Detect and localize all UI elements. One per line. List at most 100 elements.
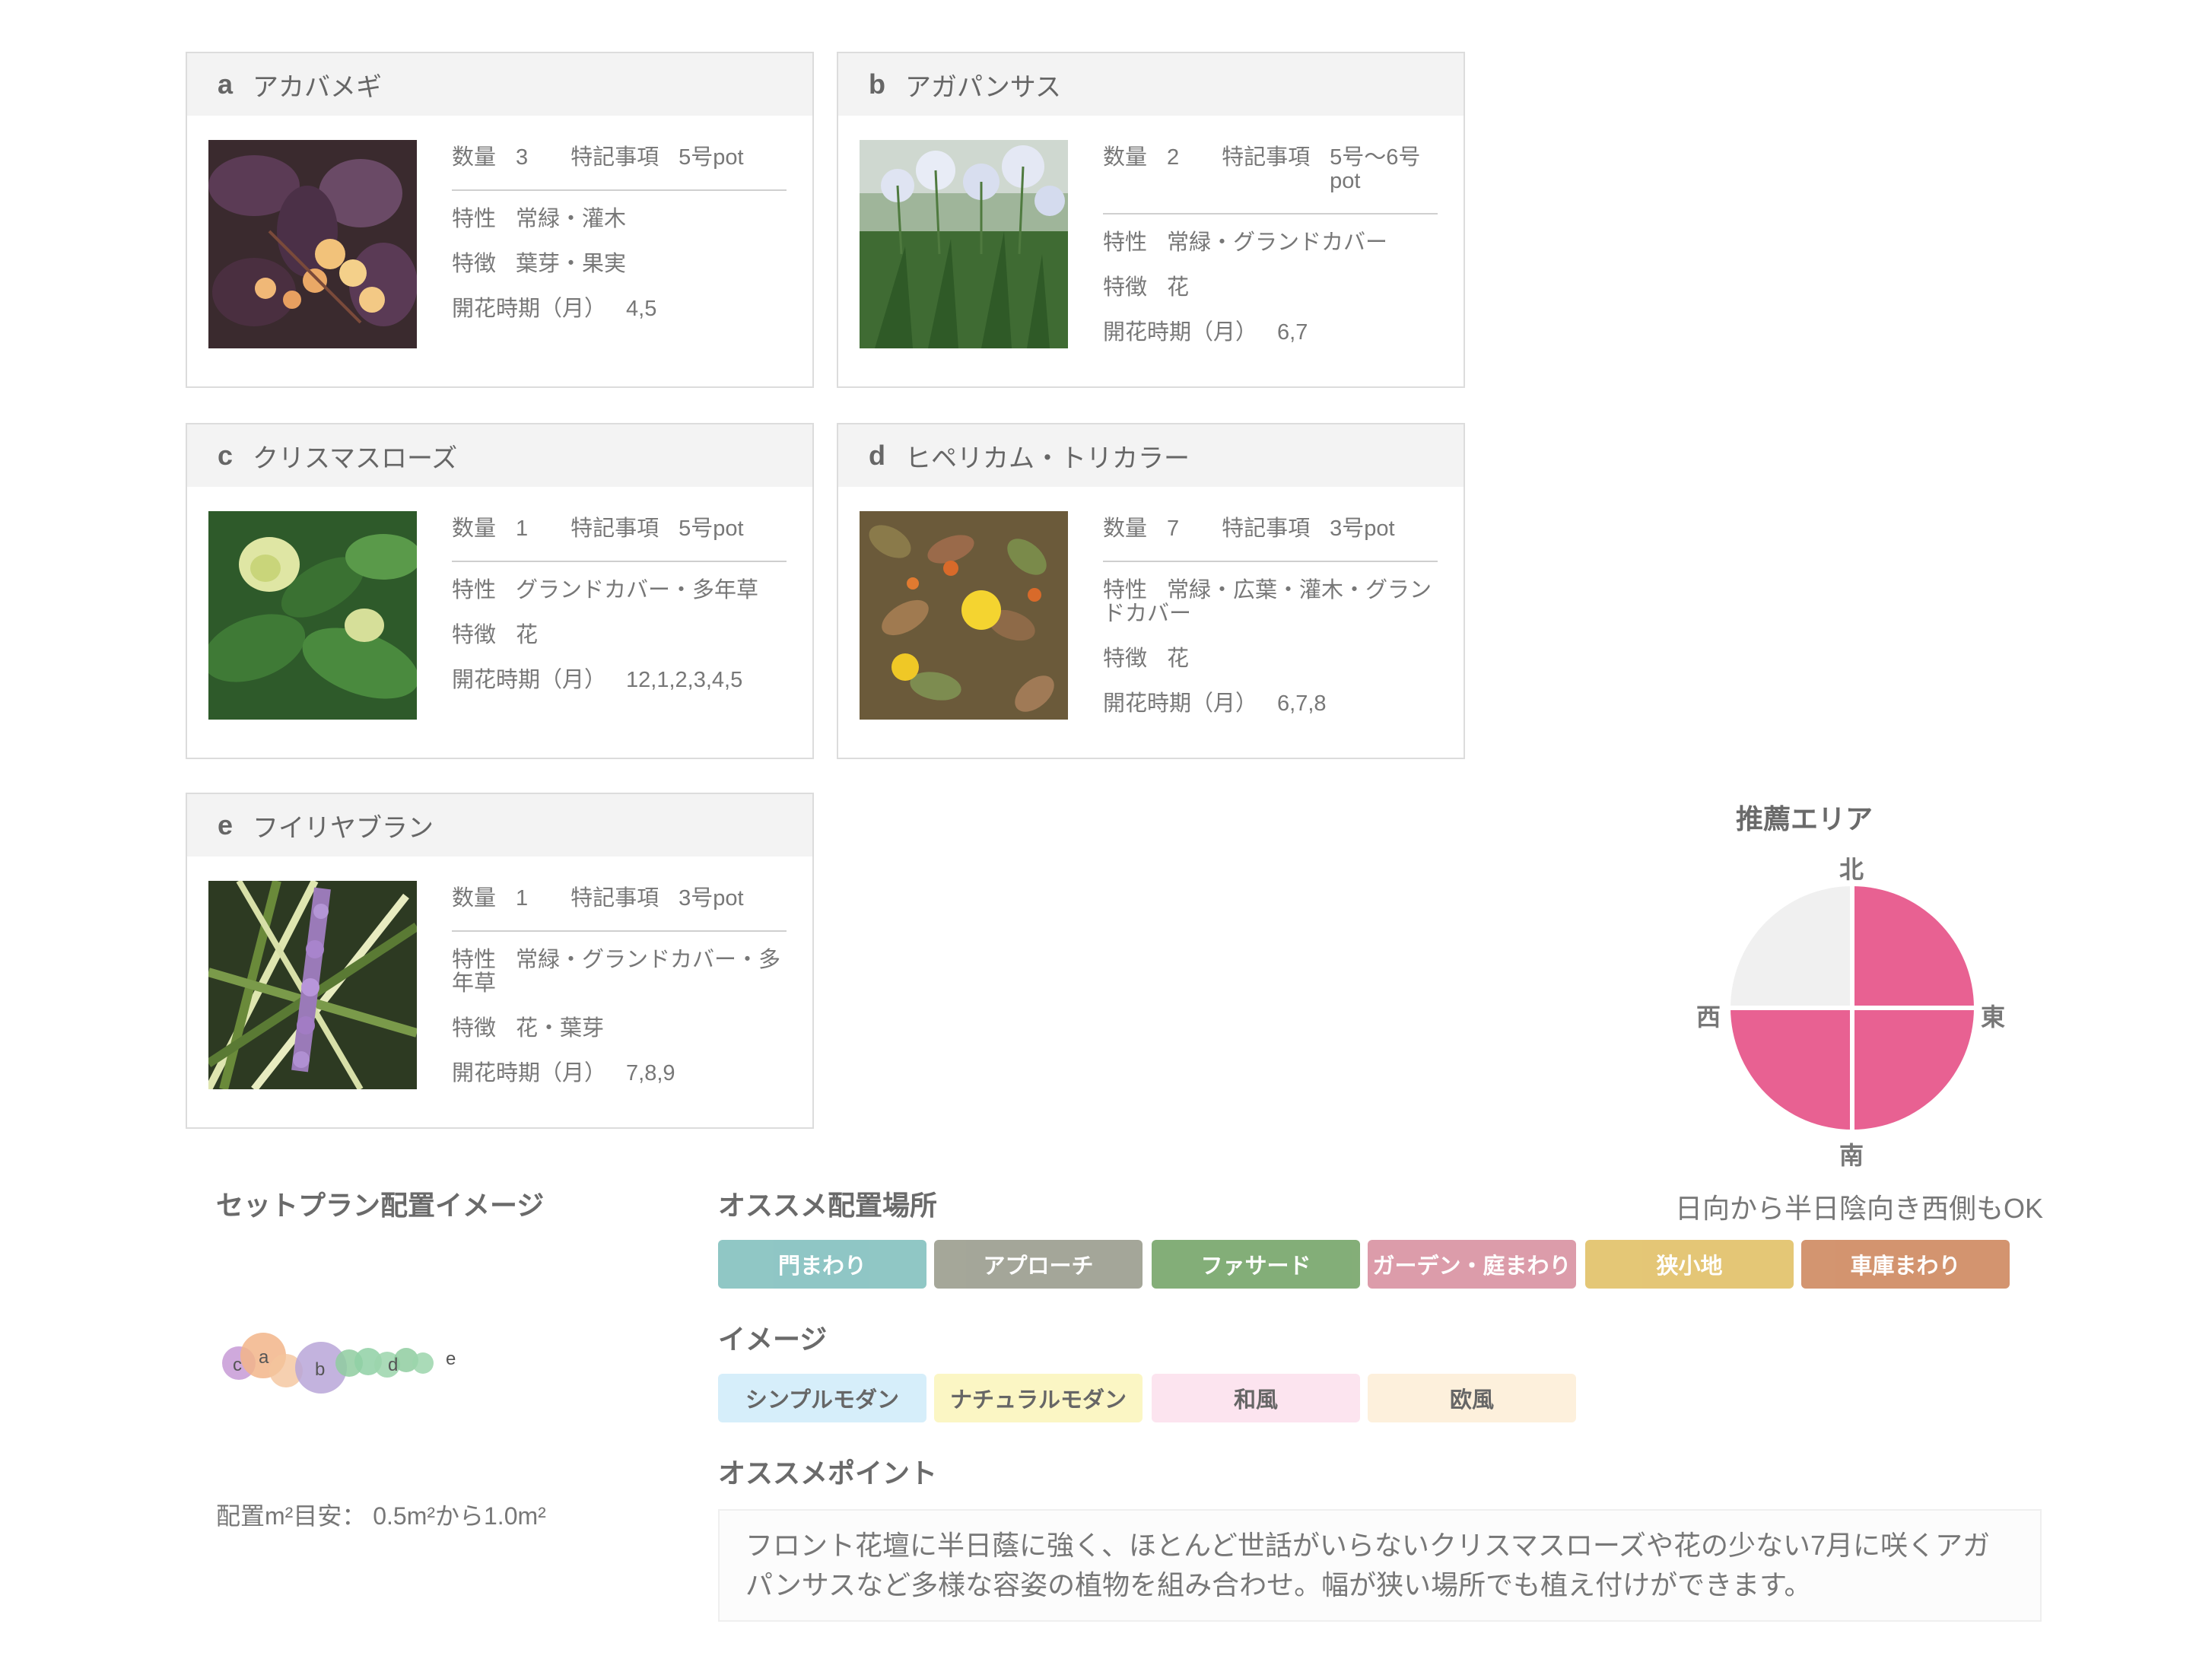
note-value: 3号pot (679, 886, 744, 911)
qty-label: 数量 (452, 886, 497, 911)
note-label: 特記事項 (1222, 516, 1311, 541)
bloom-label: 開花時期（月） (1103, 320, 1258, 345)
place-tag-facade: ファサード (1152, 1240, 1360, 1289)
note-label: 特記事項 (1222, 145, 1311, 170)
place-tag-approach: アプローチ (934, 1240, 1143, 1289)
feature-value: 花・葉芽 (516, 1016, 605, 1041)
trait-value: 常緑・灌木 (516, 207, 627, 231)
divider (452, 189, 787, 191)
plant-photo (208, 511, 417, 720)
plant-card-b: b アガパンサス 数量 2 特記事項 5号〜6号pot 特性 常緑・グランドカバ… (837, 52, 1465, 388)
bloom-value: 12,1,2,3,4,5 (626, 668, 743, 692)
note-label: 特記事項 (570, 145, 659, 170)
card-letter: d (869, 440, 885, 471)
bloom-value: 6,7,8 (1277, 691, 1327, 716)
compass-west: 西 (1696, 1003, 1721, 1031)
qty-value: 7 (1167, 516, 1180, 541)
bloom-value: 4,5 (626, 297, 657, 321)
trait-label: 特性 (1103, 230, 1148, 255)
plan-label-b: b (315, 1359, 325, 1380)
image-tag-japanese: 和風 (1152, 1374, 1360, 1422)
trait-label: 特性 (452, 207, 497, 231)
card-header: b アガパンサス (838, 53, 1464, 116)
feature-value: 葉芽・果実 (516, 252, 627, 276)
plan-label-e: e (446, 1349, 456, 1369)
qty-label: 数量 (1103, 516, 1148, 541)
plant-card-a: a アカバメギ 数量 3 特記事項 5号pot 特性 常緑・灌木 特徴 葉芽・果… (186, 52, 814, 388)
compass-north: 北 (1839, 856, 1864, 883)
note-label: 特記事項 (570, 886, 659, 911)
feature-label: 特徴 (452, 1016, 497, 1041)
plant-name: アカバメギ (253, 72, 383, 102)
plan-label-d: d (388, 1355, 398, 1375)
qty-label: 数量 (1103, 145, 1148, 170)
image-tag-western: 欧風 (1368, 1374, 1576, 1422)
trait-value: 常緑・グランドカバー・多年草 (452, 948, 781, 996)
image-tag-simple-modern: シンプルモダン (718, 1374, 926, 1422)
plant-name: フイリヤブラン (253, 813, 434, 843)
bloom-label: 開花時期（月） (452, 297, 607, 321)
divider (452, 930, 787, 932)
plant-card-e: e フイリヤブラン 数量 1 特記事項 3号pot 特性 常緑・グランドカバー・… (186, 793, 814, 1129)
note-value: 5号pot (679, 516, 744, 541)
plant-photo (860, 511, 1068, 720)
image-tag-natural-modern: ナチュラルモダン (934, 1374, 1143, 1422)
bloom-label: 開花時期（月） (452, 668, 607, 692)
card-letter: c (218, 440, 234, 471)
card-header: e フイリヤブラン (187, 794, 812, 857)
places-title: オススメ配置場所 (718, 1190, 938, 1221)
plant-name: アガパンサス (905, 72, 1062, 102)
point-title: オススメポイント (718, 1457, 938, 1489)
quadrant-south-east (1852, 1008, 1974, 1130)
trait-label: 特性 (452, 948, 497, 972)
note-value: 5号pot (679, 145, 744, 170)
trait-value: 常緑・広葉・灌木・グランドカバー (1103, 578, 1432, 626)
feature-label: 特徴 (1103, 647, 1148, 671)
place-tag-garage: 車庫まわり (1801, 1240, 2010, 1289)
bloom-value: 7,8,9 (626, 1061, 675, 1085)
plant-photo (208, 140, 417, 348)
divider (1103, 213, 1438, 215)
feature-label: 特徴 (452, 623, 497, 647)
place-tag-garden: ガーデン・庭まわり (1368, 1240, 1576, 1289)
plan-label-c: c (233, 1355, 242, 1375)
divider (1103, 561, 1438, 562)
area-title: 推薦エリア (1736, 803, 1874, 834)
feature-value: 花 (516, 623, 539, 647)
image-title: イメージ (718, 1324, 828, 1355)
card-header: d ヒペリカム・トリカラー (838, 424, 1464, 487)
layout-plan-diagram: c a b d e (222, 1333, 456, 1394)
feature-value: 花 (1167, 647, 1190, 671)
card-letter: a (218, 68, 234, 100)
bloom-label: 開花時期（月） (452, 1061, 607, 1085)
qty-value: 3 (516, 145, 529, 170)
qty-label: 数量 (452, 516, 497, 541)
plant-name: ヒペリカム・トリカラー (905, 443, 1190, 473)
point-text: フロント花壇に半日蔭に強く、ほとんど世話がいらないクリスマスローズや花の少ない7… (718, 1509, 2042, 1622)
plan-label-a: a (259, 1347, 269, 1368)
card-header: a アカバメギ (187, 53, 812, 116)
trait-label: 特性 (1103, 578, 1148, 602)
note-value: 3号pot (1330, 516, 1395, 541)
quadrant-north-east (1852, 886, 1974, 1008)
feature-value: 花 (1167, 275, 1190, 300)
area-note: 日向から半日陰向き西側もOK (1674, 1193, 2043, 1224)
card-letter: e (218, 809, 234, 841)
qty-label: 数量 (452, 145, 497, 170)
qty-value: 1 (516, 886, 529, 911)
quadrant-south-west (1731, 1008, 1852, 1130)
card-header: c クリスマスローズ (187, 424, 812, 487)
plant-card-d: d ヒペリカム・トリカラー 数量 7 特記事項 3号pot 特性 常緑・広葉・灌… (837, 423, 1465, 759)
layout-plan-title: セットプラン配置イメージ (216, 1190, 545, 1221)
note-value: 5号〜6号pot (1330, 145, 1421, 193)
place-tag-gate: 門まわり (718, 1240, 926, 1289)
place-tag-narrow: 狭小地 (1585, 1240, 1794, 1289)
compass-chart (1727, 882, 1978, 1133)
card-letter: b (869, 68, 885, 100)
plant-photo (860, 140, 1068, 348)
compass-east: 東 (1981, 1003, 2006, 1031)
feature-label: 特徴 (1103, 275, 1148, 300)
trait-label: 特性 (452, 578, 497, 602)
feature-label: 特徴 (452, 252, 497, 276)
trait-value: 常緑・グランドカバー (1167, 230, 1388, 255)
